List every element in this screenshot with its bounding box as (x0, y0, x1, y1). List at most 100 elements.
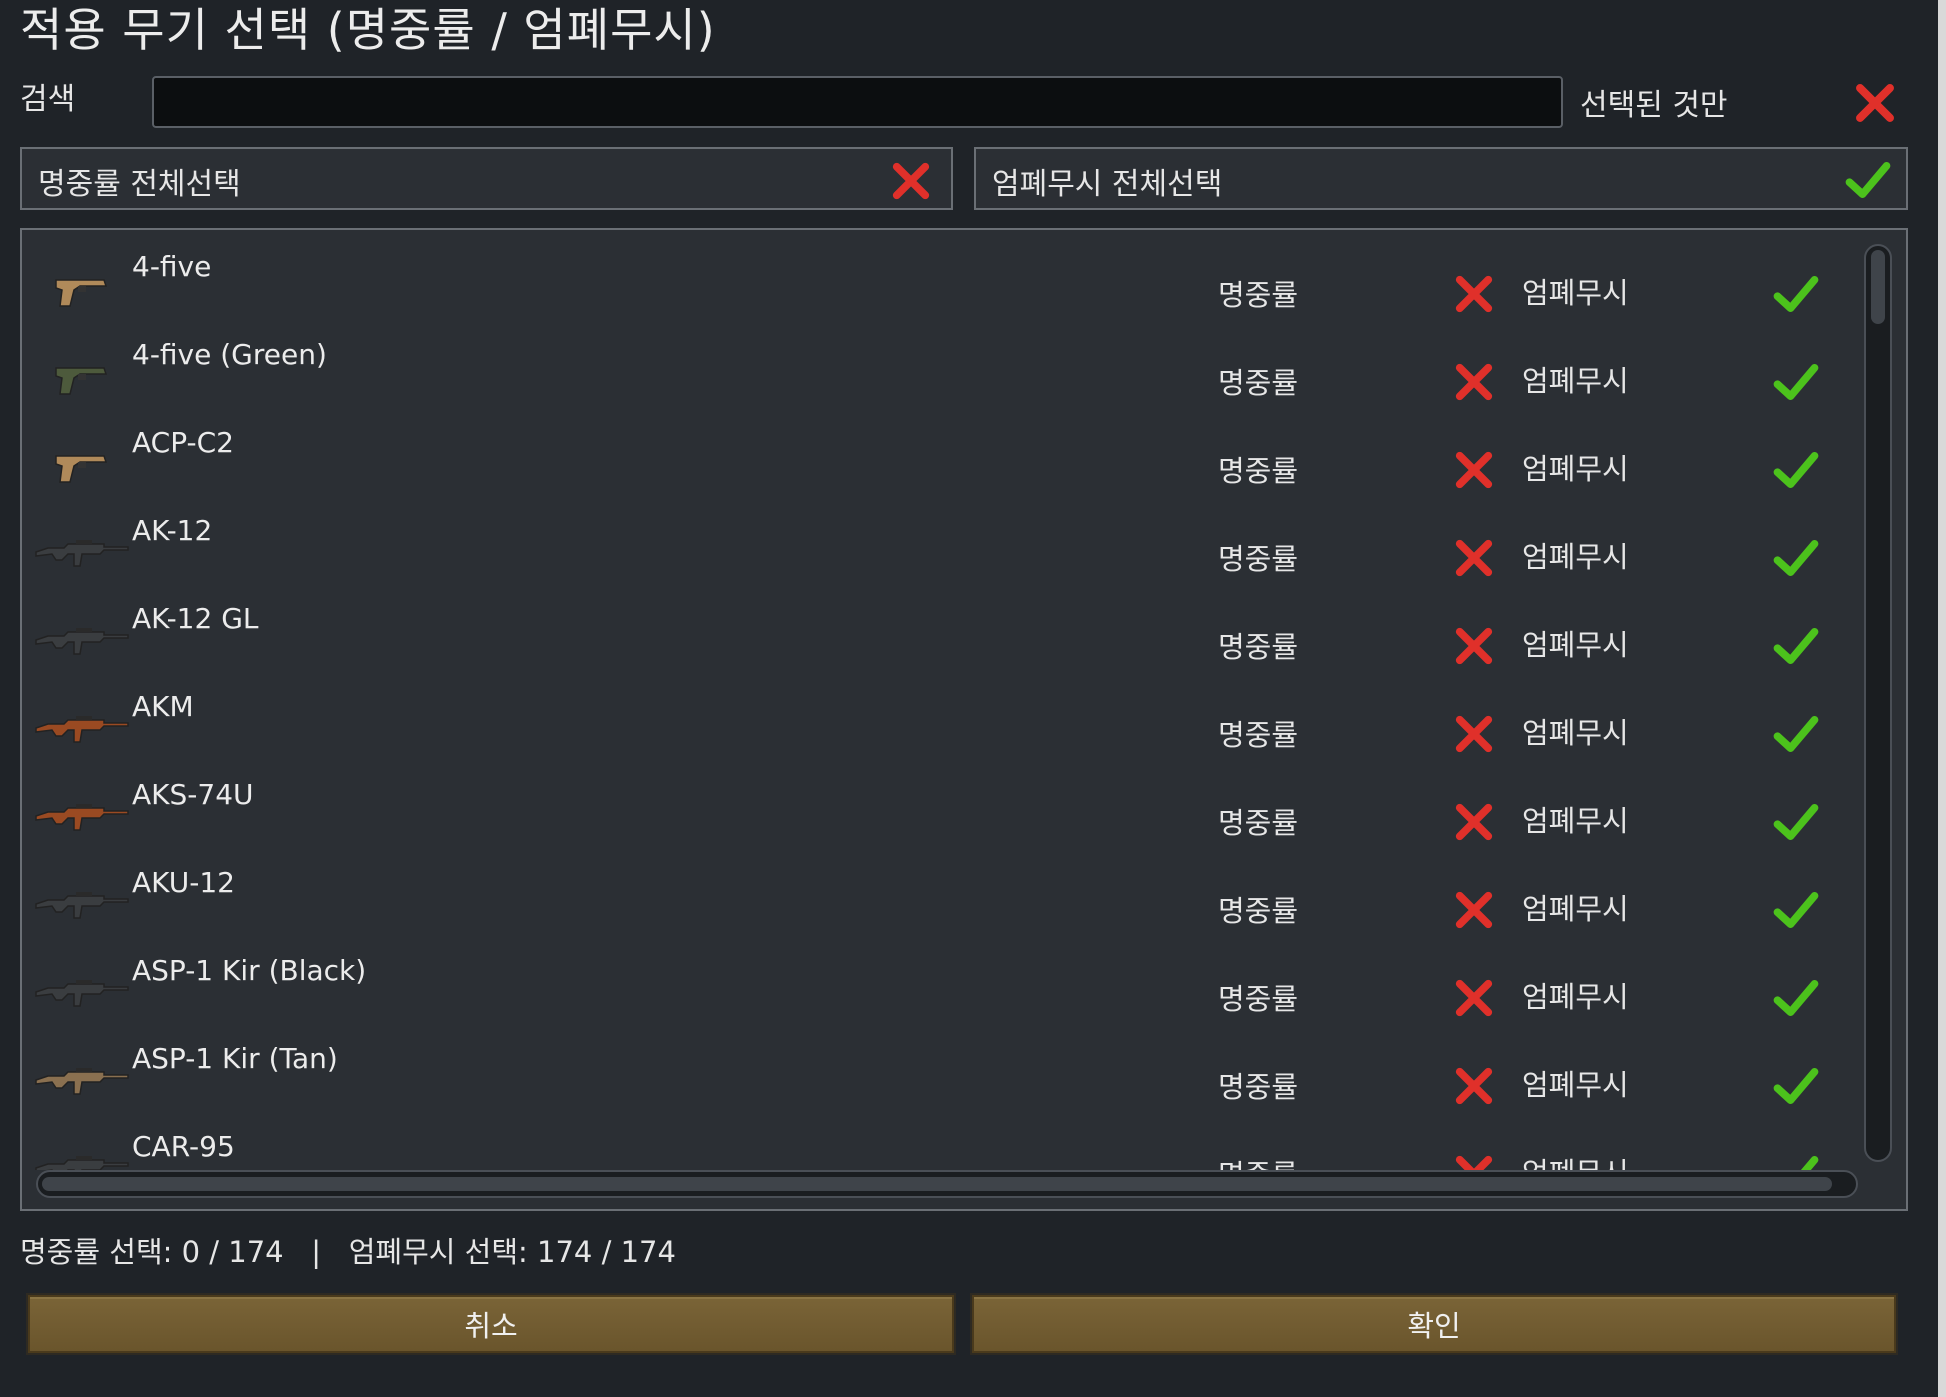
rifle-dark-icon (35, 980, 129, 1007)
accuracy-x-icon[interactable] (1452, 360, 1496, 404)
accuracy-label: 명중률 (1218, 894, 1299, 928)
weapon-row: AKM 명중률 엄폐무시 (22, 676, 1862, 764)
accuracy-x-icon[interactable] (1452, 712, 1496, 756)
ignore-cover-label: 엄폐무시 (1522, 804, 1629, 838)
weapon-name: CAR-95 (132, 1130, 235, 1163)
dialog-title: 적용 무기 선택 (명중률 / 엄폐무시) (20, 3, 716, 57)
ignore-cover-label: 엄폐무시 (1522, 276, 1629, 310)
accuracy-x-icon[interactable] (1452, 448, 1496, 492)
weapon-row: AK-12 GL 명중률 엄폐무시 (22, 588, 1862, 676)
pistol-tan-icon (55, 455, 108, 483)
weapon-row: ASP-1 Kir (Black) 명중률 엄폐무시 (22, 940, 1862, 1028)
ignore-cover-check-icon[interactable] (1772, 1152, 1820, 1170)
accuracy-summary: 명중률 선택: 0 / 174 (20, 1235, 284, 1269)
vertical-scrollbar-thumb[interactable] (1871, 250, 1885, 324)
accuracy-label: 명중률 (1218, 630, 1299, 664)
weapon-name: AKM (132, 690, 194, 723)
rifle-dark-icon (35, 1156, 129, 1170)
weapon-name: AK-12 GL (132, 602, 259, 635)
accuracy-label: 명중률 (1218, 718, 1299, 752)
confirm-button[interactable]: 확인 (972, 1295, 1896, 1353)
ignore-cover-label: 엄폐무시 (1522, 1068, 1629, 1102)
ignore-cover-check-icon[interactable] (1772, 624, 1820, 668)
accuracy-label: 명중률 (1218, 454, 1299, 488)
weapon-name: 4-five (Green) (132, 338, 327, 371)
ignore-cover-check-icon[interactable] (1772, 888, 1820, 932)
rifle-wood-icon (35, 804, 129, 831)
ignore-cover-label: 엄폐무시 (1522, 892, 1629, 926)
accuracy-x-icon[interactable] (1452, 888, 1496, 932)
ignore-cover-label: 엄폐무시 (1522, 716, 1629, 750)
weapon-list-panel: 4-five 명중률 엄폐무시 4-five (Green) 명중률 엄폐무시 ACP-… (20, 228, 1908, 1211)
ignore-cover-check-icon[interactable] (1772, 712, 1820, 756)
select-all-ignore-cover-check-icon[interactable] (1844, 157, 1892, 203)
accuracy-x-icon[interactable] (1452, 800, 1496, 844)
ignore-cover-check-icon[interactable] (1772, 976, 1820, 1020)
cancel-button[interactable]: 취소 (28, 1295, 954, 1353)
accuracy-x-icon[interactable] (1452, 536, 1496, 580)
select-all-accuracy[interactable]: 명중률 전체선택 (20, 147, 953, 210)
horizontal-scrollbar-thumb[interactable] (42, 1177, 1832, 1191)
weapon-name: 4-five (132, 250, 212, 283)
weapon-name: AKU-12 (132, 866, 235, 899)
ignore-cover-label: 엄폐무시 (1522, 540, 1629, 574)
accuracy-x-icon[interactable] (1452, 272, 1496, 316)
weapon-row: AKU-12 명중률 엄폐무시 (22, 852, 1862, 940)
weapon-row: ACP-C2 명중률 엄폐무시 (22, 412, 1862, 500)
weapon-name: AKS-74U (132, 778, 254, 811)
pistol-green-icon (55, 367, 108, 395)
ignore-cover-label: 엄폐무시 (1522, 980, 1629, 1014)
ignore-cover-check-icon[interactable] (1772, 536, 1820, 580)
rifle-dark-icon (35, 540, 129, 567)
ignore-cover-label: 엄폐무시 (1522, 364, 1629, 398)
weapon-name: ASP-1 Kir (Black) (132, 954, 367, 987)
ignore-cover-check-icon[interactable] (1772, 1064, 1820, 1108)
summary-separator: | (311, 1235, 322, 1269)
ignore-cover-check-icon[interactable] (1772, 800, 1820, 844)
search-input[interactable] (152, 76, 1563, 128)
ignore-cover-label: 엄폐무시 (1522, 452, 1629, 486)
rifle-dark-icon (35, 628, 129, 655)
selection-summary: 명중률 선택: 0 / 174 | 엄폐무시 선택: 174 / 174 (20, 1229, 676, 1271)
ignore-cover-label: 엄폐무시 (1522, 628, 1629, 662)
accuracy-label: 명중률 (1218, 1152, 1298, 1170)
accuracy-label: 명중률 (1218, 1070, 1299, 1104)
ignore-cover-label: 엄폐무시 (1522, 1150, 1629, 1170)
weapon-row: AKS-74U 명중률 엄폐무시 (22, 764, 1862, 852)
weapon-select-dialog: 적용 무기 선택 (명중률 / 엄폐무시) 검색 선택된 것만 명중률 전체선택… (0, 0, 1946, 1397)
accuracy-label: 명중률 (1218, 806, 1299, 840)
rifle-wood-icon (35, 716, 129, 743)
window-edge (1938, 0, 1946, 1397)
select-all-accuracy-label: 명중률 전체선택 (38, 167, 241, 202)
ignore-cover-check-icon[interactable] (1772, 272, 1820, 316)
accuracy-x-icon[interactable] (1452, 624, 1496, 668)
select-all-ignore-cover-label: 엄폐무시 전체선택 (992, 167, 1223, 202)
accuracy-label: 명중률 (1218, 366, 1299, 400)
weapon-list: 4-five 명중률 엄폐무시 4-five (Green) 명중률 엄폐무시 ACP-… (22, 230, 1862, 1170)
accuracy-label: 명중률 (1218, 278, 1299, 312)
vertical-scrollbar[interactable] (1864, 244, 1892, 1162)
select-all-ignore-cover[interactable]: 엄폐무시 전체선택 (974, 147, 1908, 210)
accuracy-x-icon[interactable] (1452, 1152, 1496, 1170)
weapon-row: AK-12 명중률 엄폐무시 (22, 500, 1862, 588)
only-selected-label: 선택된 것만 (1580, 88, 1728, 123)
accuracy-x-icon[interactable] (1452, 976, 1496, 1020)
weapon-row: 4-five 명중률 엄폐무시 (22, 236, 1862, 324)
only-selected-toggle-x-icon[interactable] (1852, 80, 1898, 126)
accuracy-label: 명중률 (1218, 542, 1299, 576)
weapon-row: ASP-1 Kir (Tan) 명중률 엄폐무시 (22, 1028, 1862, 1116)
pistol-tan-icon (55, 279, 108, 307)
search-label: 검색 (20, 82, 76, 117)
weapon-name: ACP-C2 (132, 426, 234, 459)
horizontal-scrollbar[interactable] (36, 1170, 1858, 1198)
accuracy-x-icon[interactable] (1452, 1064, 1496, 1108)
accuracy-label: 명중률 (1218, 982, 1299, 1016)
weapon-name: AK-12 (132, 514, 213, 547)
select-all-accuracy-x-icon[interactable] (889, 159, 933, 203)
weapon-name: ASP-1 Kir (Tan) (132, 1042, 338, 1075)
weapon-row: 4-five (Green) 명중률 엄폐무시 (22, 324, 1862, 412)
ignore-cover-check-icon[interactable] (1772, 448, 1820, 492)
ignore-cover-check-icon[interactable] (1772, 360, 1820, 404)
weapon-row: CAR-95 명중률 엄폐무시 (22, 1116, 1862, 1170)
rifle-tan-icon (35, 1068, 129, 1095)
